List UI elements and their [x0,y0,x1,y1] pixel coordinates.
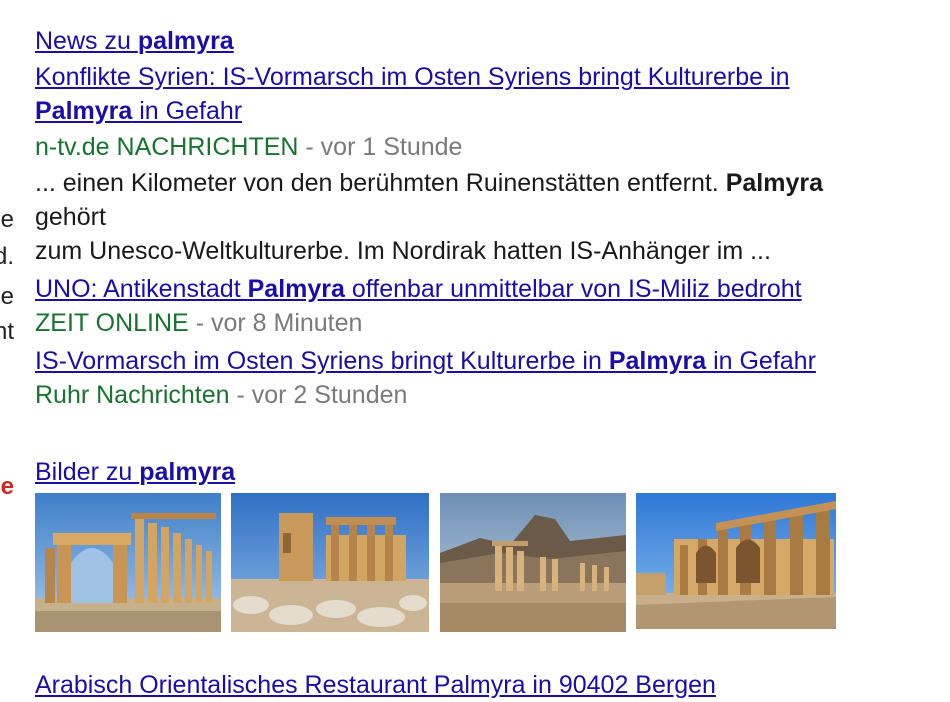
next-result-link[interactable]: Arabisch Orientalisches Restaurant Palmy… [35,671,716,699]
news-article-1-source: n-tv.de NACHRICHTEN [35,133,299,161]
temple-ruins-thumbnail[interactable] [231,493,429,632]
news-article-3-link[interactable]: IS-Vormarsch im Osten Syriens bringt Kul… [35,347,816,375]
left-fragment: e [0,206,14,233]
news-article-2-title-end: offenbar unmittelbar von IS-Miliz bedroh… [344,275,802,303]
images-header-query: palmyra [139,458,236,486]
news-header-prefix: News zu [35,27,138,55]
images-header-link[interactable]: Bilder zu palmyra [35,458,235,486]
news-article-3-title-start: IS-Vormarsch im Osten Syriens bringt Kul… [35,347,609,375]
news-article-3-title-end: in Gefahr [706,347,816,375]
images-section: Bilder zu palmyra [35,455,235,489]
news-article-2-meta: ZEIT ONLINE - vor 8 Minuten [35,306,935,340]
snippet-keyword: Palmyra [725,169,823,197]
news-article-3-keyword: Palmyra [608,347,707,375]
news-article-1-title-line2: Palmyra in Gefahr [35,94,935,128]
left-fragment: e [0,473,14,500]
news-article-3-meta: Ruhr Nachrichten - vor 2 Stunden [35,378,935,412]
theater-ruins-thumbnail[interactable] [636,493,836,629]
news-article-1-time: - vor 1 Stunde [298,133,463,161]
news-article-3-title: IS-Vormarsch im Osten Syriens bringt Kul… [35,344,935,378]
news-header-query: palmyra [137,27,234,55]
news-header-link[interactable]: News zu palmyra [35,27,234,55]
left-fragment: e [0,283,14,310]
news-article-1-snippet-line2: gehört [35,203,106,231]
left-fragment: d. [0,243,14,270]
news-article-2-time: - vor 8 Minuten [188,309,363,337]
left-fragment: nt [0,318,14,345]
news-article-2-link[interactable]: UNO: Antikenstadt Palmyra offenbar unmit… [35,275,802,303]
news-article-1-meta: n-tv.de NACHRICHTEN - vor 1 Stunde [35,130,935,164]
next-result-cut-off: Arabisch Orientalisches Restaurant Palmy… [35,668,716,702]
news-section: News zu palmyra Konflikte Syrien: IS-Vor… [35,24,935,412]
colonnade-mountain-thumbnail[interactable] [440,493,626,632]
news-article-3-source: Ruhr Nachrichten [35,381,230,409]
news-article-1-link-cont[interactable]: Palmyra in Gefahr [35,97,242,125]
snippet-text: ... einen Kilometer von den berühmten Ru… [35,169,726,197]
news-article-2-keyword: Palmyra [247,275,345,303]
news-article-1-title-end: in Gefahr [132,97,243,125]
news-article-1-snippet-line1: ... einen Kilometer von den berühmten Ru… [35,166,935,200]
news-article-1-snippet-line3: zum Unesco-Weltkulturerbe. Im Nordirak h… [35,237,771,265]
news-header: News zu palmyra [35,24,935,58]
arch-colonnade-thumbnail[interactable] [35,493,221,632]
news-article-1-link[interactable]: Konflikte Syrien: IS-Vormarsch im Osten … [35,63,789,91]
news-article-2-title-start: UNO: Antikenstadt [35,275,248,303]
news-article-1-title-line1: Konflikte Syrien: IS-Vormarsch im Osten … [35,60,935,94]
news-article-2-source: ZEIT ONLINE [35,309,189,337]
news-article-2-title: UNO: Antikenstadt Palmyra offenbar unmit… [35,272,935,306]
news-article-3-time: - vor 2 Stunden [229,381,408,409]
images-header-prefix: Bilder zu [35,458,140,486]
news-article-1-keyword: Palmyra [35,97,133,125]
